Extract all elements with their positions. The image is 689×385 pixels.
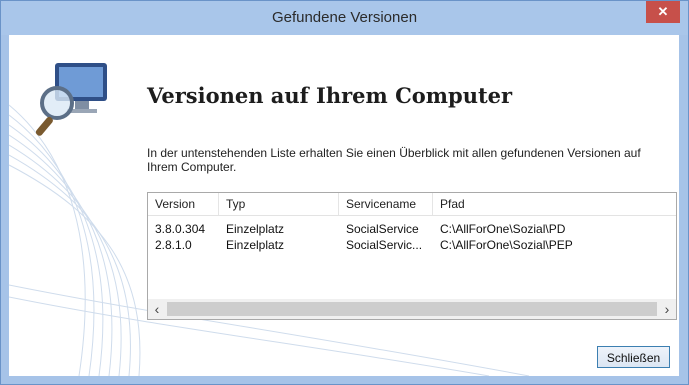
cell-version: 3.8.0.304 [155, 222, 206, 236]
column-header-servicename[interactable]: Servicename [339, 193, 433, 215]
close-window-button[interactable]: ✕ [646, 1, 680, 23]
cell-typ: Einzelplatz [226, 222, 285, 236]
scroll-left-arrow-icon[interactable]: ‹ [148, 299, 166, 319]
column-header-typ[interactable]: Typ [219, 193, 339, 215]
monitor-magnifier-icon [35, 63, 107, 136]
cell-typ: Einzelplatz [226, 238, 285, 252]
cell-pfad: C:\AllForOne\Sozial\PD [440, 222, 566, 236]
page-heading: Versionen auf Ihrem Computer [147, 83, 513, 108]
title-bar[interactable]: Gefundene Versionen ✕ [1, 1, 688, 35]
versions-list[interactable]: Version Typ Servicename Pfad 3.8.0.304 E… [147, 192, 677, 320]
horizontal-scrollbar[interactable]: ‹ › [148, 299, 676, 319]
column-header-version[interactable]: Version [148, 193, 219, 215]
dialog-window: Gefundene Versionen ✕ Versionen auf Ihre… [0, 0, 689, 385]
scrollbar-thumb[interactable] [167, 302, 657, 316]
window-title: Gefundene Versionen [271, 9, 418, 26]
dialog-content: Versionen auf Ihrem Computer In der unte… [9, 35, 679, 376]
cell-servicename: SocialServic... [346, 238, 423, 252]
cell-pfad: C:\AllForOne\Sozial\PEP [440, 238, 573, 252]
table-row[interactable]: 3.8.0.304 Einzelplatz SocialService C:\A… [148, 221, 676, 237]
close-button[interactable]: Schließen [597, 346, 670, 368]
scroll-right-arrow-icon[interactable]: › [658, 299, 676, 319]
cell-version: 2.8.1.0 [155, 238, 192, 252]
column-header-pfad[interactable]: Pfad [433, 193, 676, 215]
list-header: Version Typ Servicename Pfad [148, 193, 676, 216]
cell-servicename: SocialService [346, 222, 419, 236]
description-text: In der untenstehenden Liste erhalten Sie… [147, 146, 641, 174]
table-row[interactable]: 2.8.1.0 Einzelplatz SocialServic... C:\A… [148, 237, 676, 253]
